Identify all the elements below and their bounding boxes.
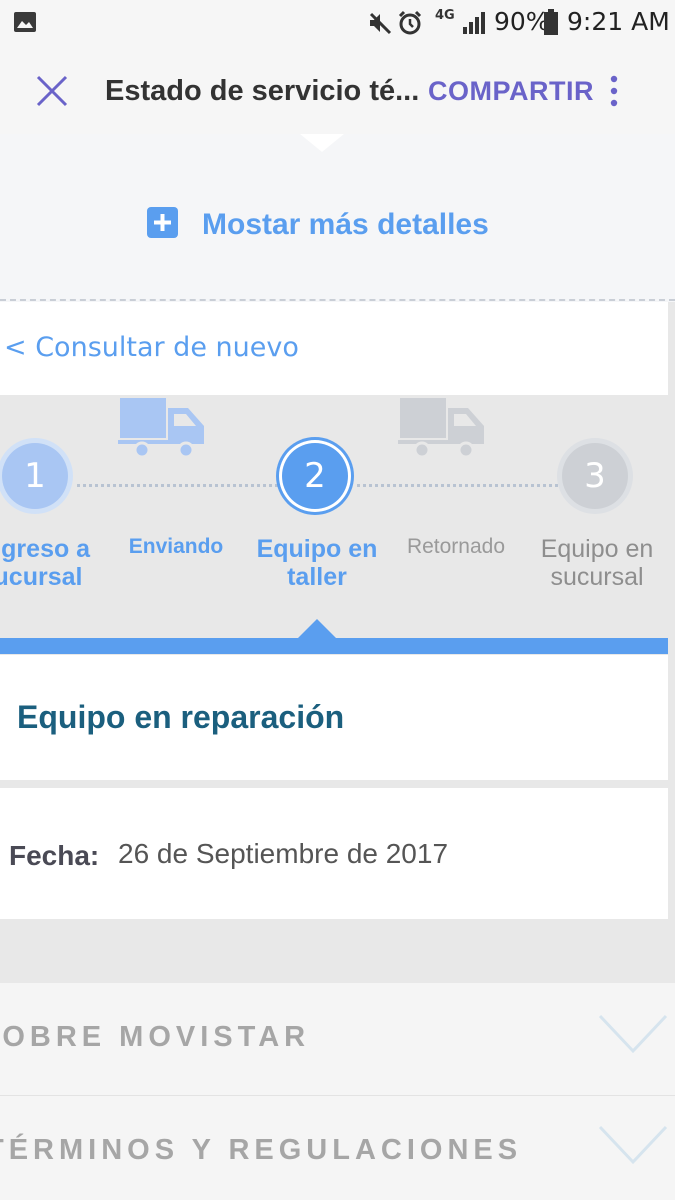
progress-bar (0, 638, 668, 654)
step-3-label: Equipo en sucursal (540, 535, 654, 591)
signal-icon (463, 12, 485, 34)
show-more-details-button[interactable]: Mostar más detalles (202, 208, 489, 242)
footer-about-row[interactable]: SOBRE MOVISTAR (0, 983, 675, 1095)
transit-label-returned: Retornado (406, 535, 506, 558)
step-connector (357, 484, 558, 487)
step-2-number: 2 (304, 456, 326, 496)
status-card: Equipo en reparación (0, 655, 668, 780)
image-icon (14, 12, 36, 32)
step-2-label: Equipo en taller (256, 535, 378, 591)
close-icon[interactable] (36, 75, 68, 107)
footer-about-label: SOBRE MOVISTAR (0, 1021, 311, 1053)
clock: 9:21 AM (567, 7, 670, 36)
query-card: < Consultar de nuevo (0, 302, 668, 395)
step-3-number: 3 (584, 456, 606, 496)
chevron-down-icon (598, 1014, 668, 1054)
current-step-pointer (297, 619, 337, 639)
progress-steps: 1 ngreso a ucursal Enviando 2 Equipo en … (0, 395, 668, 648)
network-type: 4G (435, 8, 455, 23)
step-connector (77, 484, 278, 487)
truck-icon (398, 398, 484, 459)
date-card: Fecha: 26 de Septiembre de 2017 (0, 788, 668, 919)
step-1-number: 1 (24, 456, 46, 496)
status-title: Equipo en reparación (17, 699, 345, 735)
page-title: Estado de servicio té... (105, 75, 420, 107)
truck-icon (118, 398, 204, 459)
app-bar: Estado de servicio té... COMPARTIR (0, 48, 675, 135)
footer-terms-row[interactable]: TÉRMINOS Y REGULACIONES (0, 1096, 675, 1200)
more-vert-icon[interactable] (608, 75, 620, 107)
mute-icon (369, 12, 392, 35)
date-label: Fecha: (9, 840, 100, 871)
date-value: 26 de Septiembre de 2017 (118, 838, 449, 869)
step-3-circle: 3 (562, 443, 628, 509)
share-button[interactable]: COMPARTIR (428, 76, 594, 107)
chevron-down-icon (598, 1125, 668, 1165)
step-1-circle: 1 (2, 443, 68, 509)
details-notch (300, 134, 344, 152)
dashed-divider (0, 299, 675, 301)
query-again-link[interactable]: < Consultar de nuevo (4, 332, 299, 363)
details-section: Mostar más detalles (0, 134, 675, 302)
step-2-circle: 2 (282, 443, 348, 509)
footer-terms-label: TÉRMINOS Y REGULACIONES (0, 1134, 523, 1166)
alarm-icon (398, 10, 422, 35)
status-bar: 4G 90% 9:21 AM (0, 0, 675, 48)
battery-percent: 90% (494, 7, 550, 36)
battery-icon (544, 9, 558, 35)
plus-square-icon[interactable] (147, 207, 178, 238)
transit-label-sending: Enviando (128, 535, 224, 558)
